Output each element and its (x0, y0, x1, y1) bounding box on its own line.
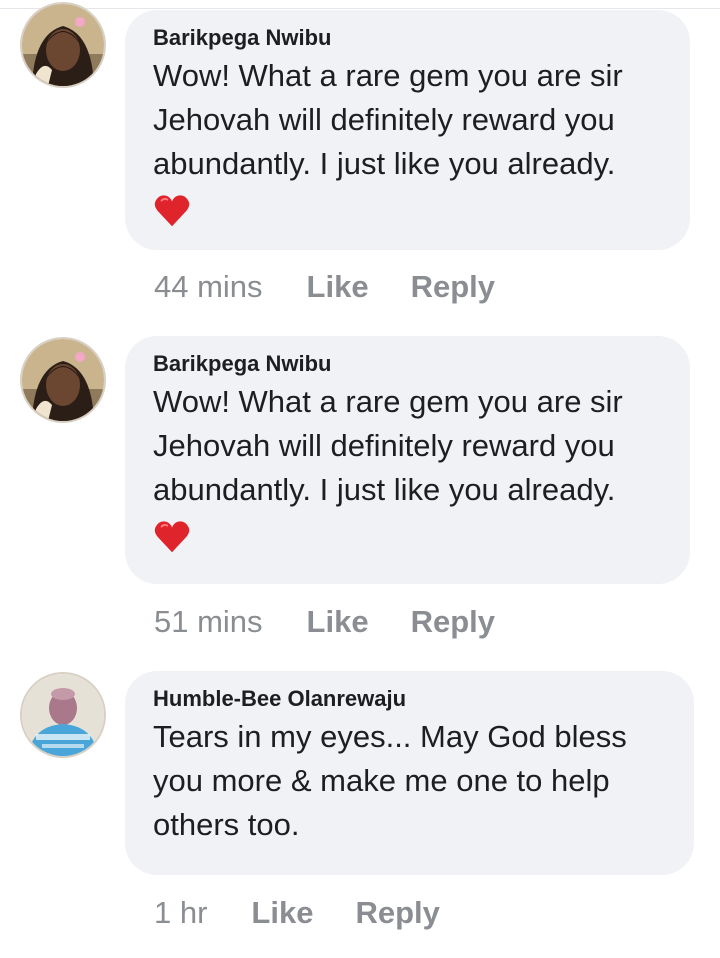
comment-line: others too. (153, 807, 300, 842)
reply-button[interactable]: Reply (355, 893, 439, 933)
comment-meta: 44 mins Like Reply (154, 267, 537, 307)
like-button[interactable]: Like (251, 893, 313, 933)
avatar-photo (22, 339, 104, 421)
comment-author[interactable]: Barikpega Nwibu (153, 24, 662, 52)
comment-text: Wow! What a rare gem you are sir Jehovah… (153, 380, 662, 512)
avatar-photo (22, 674, 104, 756)
like-button[interactable]: Like (307, 267, 369, 307)
reply-button[interactable]: Reply (411, 602, 495, 642)
comment-author[interactable]: Barikpega Nwibu (153, 350, 662, 378)
comment-line: Jehovah will definitely reward you (153, 102, 615, 137)
comment-timestamp[interactable]: 1 hr (154, 893, 207, 933)
avatar[interactable] (20, 337, 106, 423)
top-divider (0, 0, 720, 9)
comment-bubble: Barikpega Nwibu Wow! What a rare gem you… (125, 336, 690, 584)
comment-meta: 1 hr Like Reply (154, 893, 482, 933)
heart-icon (154, 521, 190, 553)
comment-line: abundantly. I just like you already. (153, 472, 616, 507)
like-button[interactable]: Like (307, 602, 369, 642)
comment-line: abundantly. I just like you already. (153, 146, 616, 181)
comment-bubble: Humble-Bee Olanrewaju Tears in my eyes..… (125, 671, 694, 875)
comment-meta: 51 mins Like Reply (154, 602, 537, 642)
comment-line: Wow! What a rare gem you are sir (153, 58, 623, 93)
avatar[interactable] (20, 672, 106, 758)
avatar[interactable] (20, 2, 106, 88)
comment-line: Tears in my eyes... May God bless (153, 719, 627, 754)
comment-line: you more & make me one to help (153, 763, 610, 798)
heart-icon (154, 195, 190, 227)
comment-line: Wow! What a rare gem you are sir (153, 384, 623, 419)
avatar-photo (22, 4, 104, 86)
comment-timestamp[interactable]: 51 mins (154, 602, 263, 642)
comment-text: Tears in my eyes... May God bless you mo… (153, 715, 666, 847)
comment-line: Jehovah will definitely reward you (153, 428, 615, 463)
comment-timestamp[interactable]: 44 mins (154, 267, 263, 307)
comment-text: Wow! What a rare gem you are sir Jehovah… (153, 54, 662, 186)
reply-button[interactable]: Reply (411, 267, 495, 307)
comment-author[interactable]: Humble-Bee Olanrewaju (153, 685, 666, 713)
comment-bubble: Barikpega Nwibu Wow! What a rare gem you… (125, 10, 690, 250)
